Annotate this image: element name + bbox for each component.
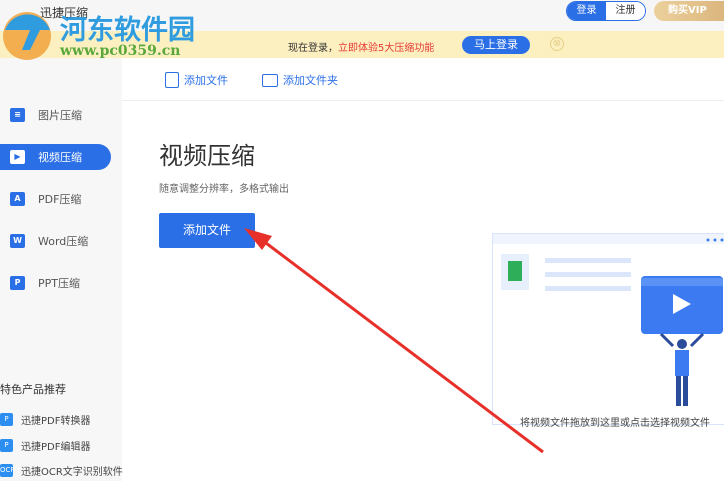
red-arrow-annotation [244,228,544,454]
